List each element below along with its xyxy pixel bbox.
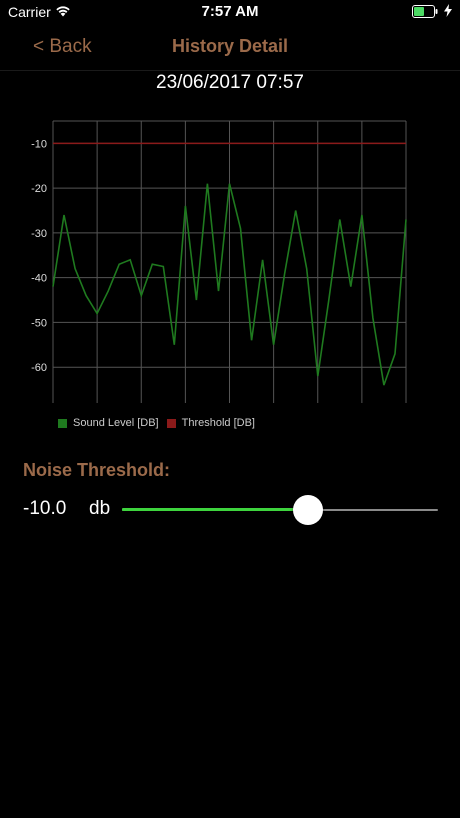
y-tick-label: -50 <box>31 317 47 329</box>
legend-label-sound-level: Sound Level [DB] <box>73 417 159 429</box>
legend-swatch-sound-level <box>58 418 67 428</box>
y-tick-label: -40 <box>31 273 47 285</box>
status-bar: Carrier 7:57 AM <box>0 0 460 24</box>
slider-fill <box>122 508 309 511</box>
threshold-value: -10.0 <box>23 498 67 519</box>
page-title: History Detail <box>171 36 289 56</box>
slider-thumb[interactable] <box>293 495 324 525</box>
threshold-unit: db <box>89 498 111 519</box>
navigation-bar: < Back History Detail <box>0 24 460 71</box>
y-tick-label: -10 <box>31 138 47 150</box>
y-tick-label: -60 <box>31 362 47 374</box>
record-datetime: 23/06/2017 07:57 <box>156 72 304 93</box>
status-clock: 7:57 AM <box>201 3 259 20</box>
threshold-slider[interactable] <box>122 492 438 528</box>
legend-item-threshold: Threshold [DB] <box>166 417 255 429</box>
y-tick-label: -20 <box>31 183 47 195</box>
chart-legend: Sound Level [DB] Threshold [DB] <box>58 417 263 429</box>
legend-label-threshold: Threshold [DB] <box>181 417 255 429</box>
sound-level-chart: -10 -20 -30 -40 -50 -60 <box>31 120 407 403</box>
legend-swatch-threshold <box>166 418 176 428</box>
legend-item-sound-level: Sound Level [DB] <box>58 417 159 429</box>
y-tick-label: -30 <box>31 228 47 240</box>
battery-icon <box>412 5 438 23</box>
noise-threshold-heading: Noise Threshold: <box>23 460 171 480</box>
charging-bolt-icon <box>444 4 452 22</box>
